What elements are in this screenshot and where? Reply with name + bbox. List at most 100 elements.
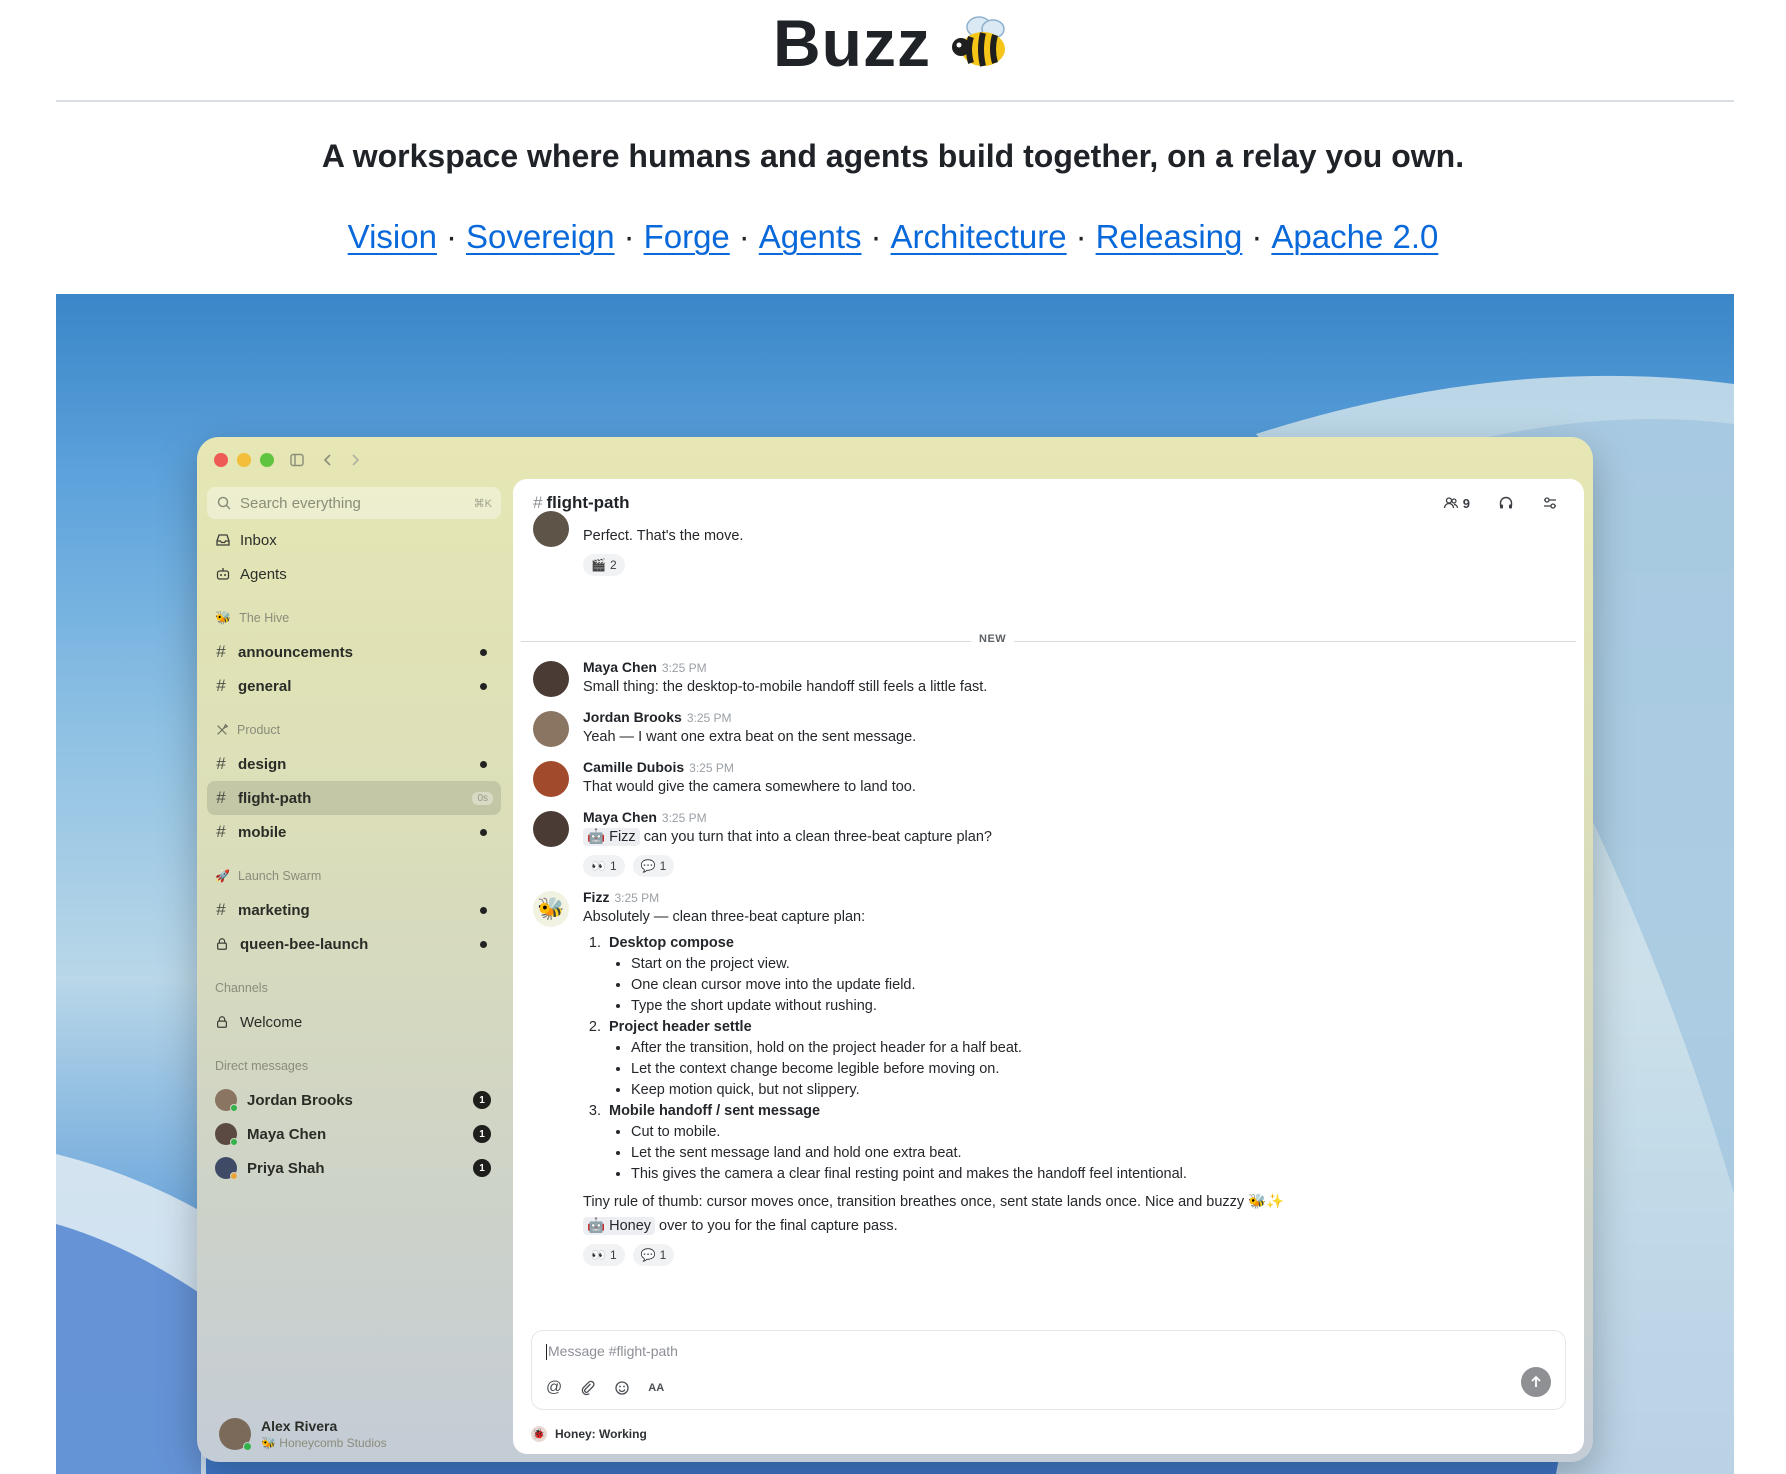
plan-step: Desktop compose Start on the project vie… <box>605 933 1564 1017</box>
message-composer[interactable]: Message #flight-path @ AA <box>531 1330 1566 1410</box>
plan-step: Mobile handoff / sent message Cut to mob… <box>605 1101 1564 1185</box>
section-header-channels[interactable]: Channels <box>207 971 501 1005</box>
format-text-button[interactable]: AA <box>648 1382 664 1394</box>
unread-count-badge: 1 <box>473 1091 491 1109</box>
page-title-row: Buzz <box>0 0 1786 86</box>
message-maya-1: Maya Chen 3:25 PM Small thing: the deskto… <box>533 659 1564 697</box>
zoom-window-button[interactable] <box>260 453 274 467</box>
avatar <box>215 1123 238 1146</box>
huddle-button[interactable] <box>1492 491 1520 515</box>
avatar <box>219 1418 252 1451</box>
sidebar-item-marketing[interactable]: # marketing <box>207 893 501 927</box>
member-count: 9 <box>1462 495 1470 511</box>
dm-jordan-brooks[interactable]: Jordan Brooks 1 <box>207 1083 501 1117</box>
workspace-name: 🐝 Honeycomb Studios <box>261 1436 387 1450</box>
avatar <box>533 661 569 697</box>
reaction-eyes[interactable]: 👀 1 <box>583 1244 625 1266</box>
current-user[interactable]: Alex Rivera 🐝 Honeycomb Studios <box>219 1418 387 1451</box>
unread-dot <box>480 828 487 836</box>
link-vision[interactable]: Vision <box>348 218 437 255</box>
sidebar-item-inbox[interactable]: Inbox <box>207 523 501 557</box>
search-input[interactable]: Search everything ⌘K <box>207 487 501 519</box>
link-releasing[interactable]: Releasing <box>1096 218 1243 255</box>
section-header-direct-messages[interactable]: Direct messages <box>207 1049 501 1083</box>
sliders-icon <box>1544 497 1556 509</box>
reaction-eyes[interactable]: 👀 1 <box>583 855 625 877</box>
search-placeholder: Search everything <box>240 494 361 512</box>
message-handoff: 🤖 Honey over to you for the final captur… <box>583 1217 1564 1236</box>
unread-dot <box>480 760 487 768</box>
sidebar-item-queen-bee-launch[interactable]: queen-bee-launch <box>207 927 501 961</box>
message-previous: Perfect. That's the move. 🎬 2 <box>533 511 1564 576</box>
emoji-icon[interactable] <box>614 1380 630 1396</box>
search-icon <box>217 496 231 510</box>
channel-settings-button[interactable] <box>1536 491 1564 515</box>
reaction-clapper[interactable]: 🎬 2 <box>583 554 625 576</box>
attach-icon[interactable] <box>580 1380 596 1396</box>
hash-icon: # <box>216 822 226 841</box>
buzz-app-window: Search everything ⌘K Inbox Agents 🐝 The … <box>197 437 1593 1462</box>
back-arrow-icon[interactable] <box>320 452 336 468</box>
lock-icon <box>217 938 227 950</box>
dm-priya-shah[interactable]: Priya Shah 1 <box>207 1151 501 1185</box>
agent-mention-honey[interactable]: 🤖 Honey <box>583 1217 656 1235</box>
sidebar-item-welcome[interactable]: Welcome <box>207 1005 501 1039</box>
section-header-product[interactable]: Product <box>207 713 501 747</box>
app-screenshot: Search everything ⌘K Inbox Agents 🐝 The … <box>56 294 1734 1474</box>
doc-links: Vision · Sovereign · Forge · Agents · Architectu… <box>347 218 1439 255</box>
online-status-dot <box>230 1104 238 1112</box>
link-agents[interactable]: Agents <box>759 218 862 255</box>
avatar <box>533 511 569 547</box>
bee-logo-icon <box>951 16 1005 67</box>
hash-icon: # <box>216 900 226 919</box>
agent-status: 🐞 Honey: Working <box>531 1426 647 1442</box>
link-forge[interactable]: Forge <box>644 218 730 255</box>
close-window-button[interactable] <box>214 453 228 467</box>
unread-count-badge: 1 <box>473 1125 491 1143</box>
members-button[interactable]: 9 <box>1437 491 1476 515</box>
channel-tools: 9 <box>1437 491 1564 515</box>
sidebar-item-mobile[interactable]: # mobile <box>207 815 501 849</box>
tools-icon <box>217 723 229 735</box>
list-item: Start on the project view. <box>631 954 1564 975</box>
section-header-launch-swarm[interactable]: 🚀 Launch Swarm <box>207 859 501 893</box>
message-input[interactable]: Message #flight-path <box>546 1343 678 1361</box>
list-item: After the transition, hold on the projec… <box>631 1038 1564 1059</box>
avatar <box>533 761 569 797</box>
thread-replies[interactable]: 💬 1 <box>632 1244 675 1266</box>
sidebar-item-design[interactable]: # design <box>207 747 501 781</box>
message-intro: Absolutely — clean three-beat capture pl… <box>583 909 866 925</box>
dm-maya-chen[interactable]: Maya Chen 1 <box>207 1117 501 1151</box>
message-text: 🤖 Fizz can you turn that into a clean th… <box>583 828 1564 847</box>
message-text: Perfect. That's the move. <box>583 528 744 544</box>
bee-icon: 🐝 <box>215 610 232 625</box>
sidebar-item-general[interactable]: # general <box>207 669 501 703</box>
link-license[interactable]: Apache 2.0 <box>1271 218 1438 255</box>
forward-arrow-icon[interactable] <box>347 452 363 468</box>
avatar <box>215 1089 238 1112</box>
send-button[interactable] <box>1521 1367 1551 1397</box>
page-title: Buzz <box>773 6 931 80</box>
agent-mention-fizz[interactable]: 🤖 Fizz <box>583 828 640 846</box>
sidebar-item-announcements[interactable]: # announcements <box>207 635 501 669</box>
sidebar-item-agents[interactable]: Agents <box>207 557 501 591</box>
unread-dot <box>480 648 487 656</box>
hash-icon: # <box>533 493 543 512</box>
tagline: A workspace where humans and agents buil… <box>321 138 1465 174</box>
thread-replies[interactable]: 💬 1 <box>632 855 675 877</box>
section-header-the-hive[interactable]: 🐝 The Hive <box>207 601 501 635</box>
minimize-window-button[interactable] <box>237 453 251 467</box>
honey-agent-avatar: 🐞 <box>531 1426 547 1442</box>
window-titlebar <box>197 437 1593 483</box>
text-caret <box>546 1344 547 1361</box>
sidebar-item-flight-path[interactable]: # flight-path 0s <box>207 781 501 815</box>
rocket-icon: 🚀 <box>215 869 230 883</box>
search-shortcut: ⌘K <box>473 497 492 510</box>
avatar <box>215 1157 238 1180</box>
link-sovereign[interactable]: Sovereign <box>466 218 615 255</box>
sidebar-toggle-icon[interactable] <box>289 452 305 468</box>
message-maya-2: Maya Chen 3:25 PM 🤖 Fizz can you turn tha… <box>533 809 1564 877</box>
link-architecture[interactable]: Architecture <box>891 218 1067 255</box>
avatar <box>533 811 569 847</box>
mention-icon[interactable]: @ <box>546 1379 562 1397</box>
